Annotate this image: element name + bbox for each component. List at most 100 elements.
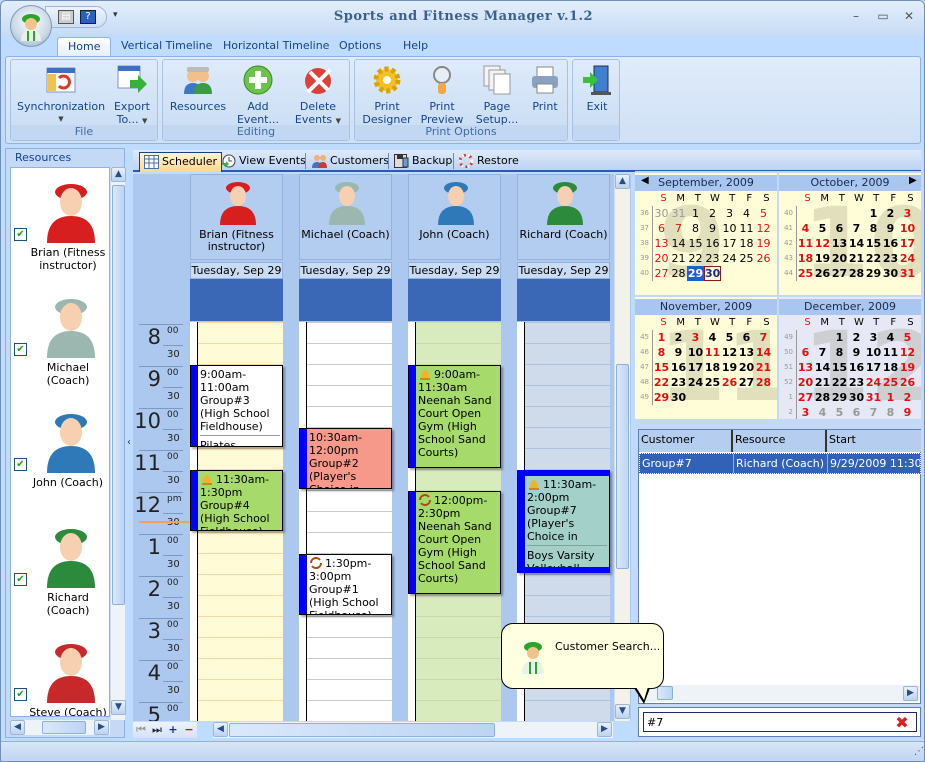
calendar-day[interactable]: 12 [755,221,772,236]
calendar-day[interactable]: 31 [865,390,882,405]
scheduler-horizontal-scrollbar[interactable]: ◀ ▶ [213,722,613,738]
calendar-day[interactable]: 20 [831,251,848,266]
calendar-day[interactable]: 12 [721,345,738,360]
calendar-day[interactable]: 16 [670,360,687,375]
calendar-day[interactable]: 4 [738,206,755,221]
calendar-day[interactable]: 4 [814,405,831,419]
time-slot[interactable] [525,574,610,595]
calendar-day[interactable]: 30 [670,390,687,405]
column-header-customer[interactable]: Customer [639,430,733,452]
time-slot[interactable] [307,637,392,658]
calendar-day[interactable]: 3 [865,330,882,345]
results-horizontal-scrollbar[interactable]: ▶ [639,685,920,702]
time-slot[interactable] [416,700,501,721]
calendar-day[interactable]: 24 [899,251,916,266]
time-slot[interactable] [198,574,283,595]
calendar-day[interactable]: 20 [738,360,755,375]
calendar-day[interactable]: 16 [704,236,721,251]
calendar-day[interactable]: 30 [848,390,865,405]
appointment[interactable]: 9:00am-11:30am Neenah Sand Court Open Gym… [408,365,501,468]
calendar-day[interactable]: 14 [814,360,831,375]
time-slot[interactable] [525,385,610,406]
calendar-day[interactable]: 2 [899,390,916,405]
calendar-day[interactable]: 30 [653,206,670,221]
calendar-day[interactable]: 12 [899,345,916,360]
time-slot[interactable] [307,364,392,385]
all-day-area[interactable] [299,279,392,321]
resource-item[interactable]: ✔ Richard (Coach) [11,513,109,628]
calendar-day[interactable]: 29 [831,390,848,405]
calendar-day[interactable]: 15 [865,236,882,251]
calendar-day[interactable]: 2 [670,330,687,345]
minimize-icon[interactable]: – [848,9,864,23]
time-slots[interactable] [299,322,392,721]
appointment[interactable]: 10:30am-12:00pmGroup#2 (Player's Choice … [299,428,392,489]
page-setup-button[interactable]: Page Setup... [471,64,523,126]
resource-header[interactable]: Michael (Coach) [299,174,392,260]
scroll-left-icon[interactable]: ◀ [10,720,25,735]
calendar-day[interactable]: 5 [755,206,772,221]
calendar-day[interactable]: 27 [653,266,670,281]
restore-tab[interactable]: Restore [455,152,523,172]
calendar-day[interactable]: 4 [797,221,814,236]
calendar-day[interactable]: 31 [899,266,916,281]
calendar-day[interactable]: 8 [882,405,899,419]
time-slot[interactable] [307,385,392,406]
time-slot[interactable] [307,532,392,553]
calendar-day[interactable]: 7 [755,330,772,345]
scroll-thumb[interactable] [657,686,673,700]
calendar-day[interactable]: 4 [882,330,899,345]
calendar-day[interactable]: 28 [670,266,687,281]
appointment[interactable]: 11:30am-1:30pmGroup#4 (High School Field… [190,470,283,531]
calendar-day[interactable]: 6 [848,405,865,419]
resize-grip-icon[interactable]: ⋰ [914,746,924,757]
print-button[interactable]: Print [525,64,565,113]
calendar-day[interactable]: 7 [814,345,831,360]
calendar-day[interactable]: 10 [899,221,916,236]
scroll-up-icon[interactable]: ▲ [615,174,630,189]
calendar-day[interactable]: 28 [814,390,831,405]
calendar-day[interactable]: 22 [653,375,670,390]
calendar-day[interactable]: 2 [704,206,721,221]
calendar-day[interactable]: 29 [653,390,670,405]
calendar-day[interactable]: 23 [848,375,865,390]
ribbon-tab-horizontal-timeline[interactable]: Horizontal Timeline [213,37,339,57]
calendar-day[interactable]: 7 [848,221,865,236]
calendar-day[interactable]: 24 [687,375,704,390]
calendar-day[interactable]: 22 [831,375,848,390]
time-slot[interactable] [525,343,610,364]
maximize-icon[interactable]: ▭ [875,9,891,23]
calendar-day[interactable]: 25 [738,251,755,266]
time-slot[interactable] [198,532,283,553]
time-slot[interactable] [307,679,392,700]
column-header-resource[interactable]: Resource [733,430,827,452]
time-slot[interactable] [525,322,610,343]
calendar-day[interactable]: 23 [704,251,721,266]
calendar-day[interactable]: 9 [704,221,721,236]
calendar-day[interactable]: 5 [721,330,738,345]
calendar-day[interactable]: 18 [797,251,814,266]
ribbon-tab-options[interactable]: Options [329,37,391,57]
resource-checkbox[interactable]: ✔ [14,688,27,701]
time-slot[interactable] [307,616,392,637]
customer-search-input[interactable] [643,712,917,732]
calendar-day[interactable]: 15 [831,360,848,375]
resource-item[interactable]: ✔ Steve (Coach) [11,628,109,716]
calendar-day[interactable]: 9 [882,221,899,236]
calendar-day[interactable]: 26 [899,375,916,390]
calendar-day[interactable]: 21 [814,375,831,390]
calendar-day[interactable]: 18 [882,360,899,375]
scroll-thumb[interactable] [229,723,495,737]
month-title[interactable]: December, 2009 [779,299,921,315]
calendar-day[interactable]: 2 [882,206,899,221]
ribbon-tab-home[interactable]: Home [57,37,112,57]
calendar-day[interactable]: 6 [653,221,670,236]
exit-button[interactable]: Exit [577,64,617,113]
time-slot[interactable] [307,322,392,343]
resource-header[interactable]: John (Coach) [408,174,501,260]
plus-icon[interactable]: + [165,722,181,738]
time-slot[interactable] [525,364,610,385]
calendar-day[interactable]: 21 [848,251,865,266]
resources-horizontal-scrollbar[interactable]: ◀ ▶ [10,720,110,735]
calendar-day[interactable]: 8 [653,345,670,360]
